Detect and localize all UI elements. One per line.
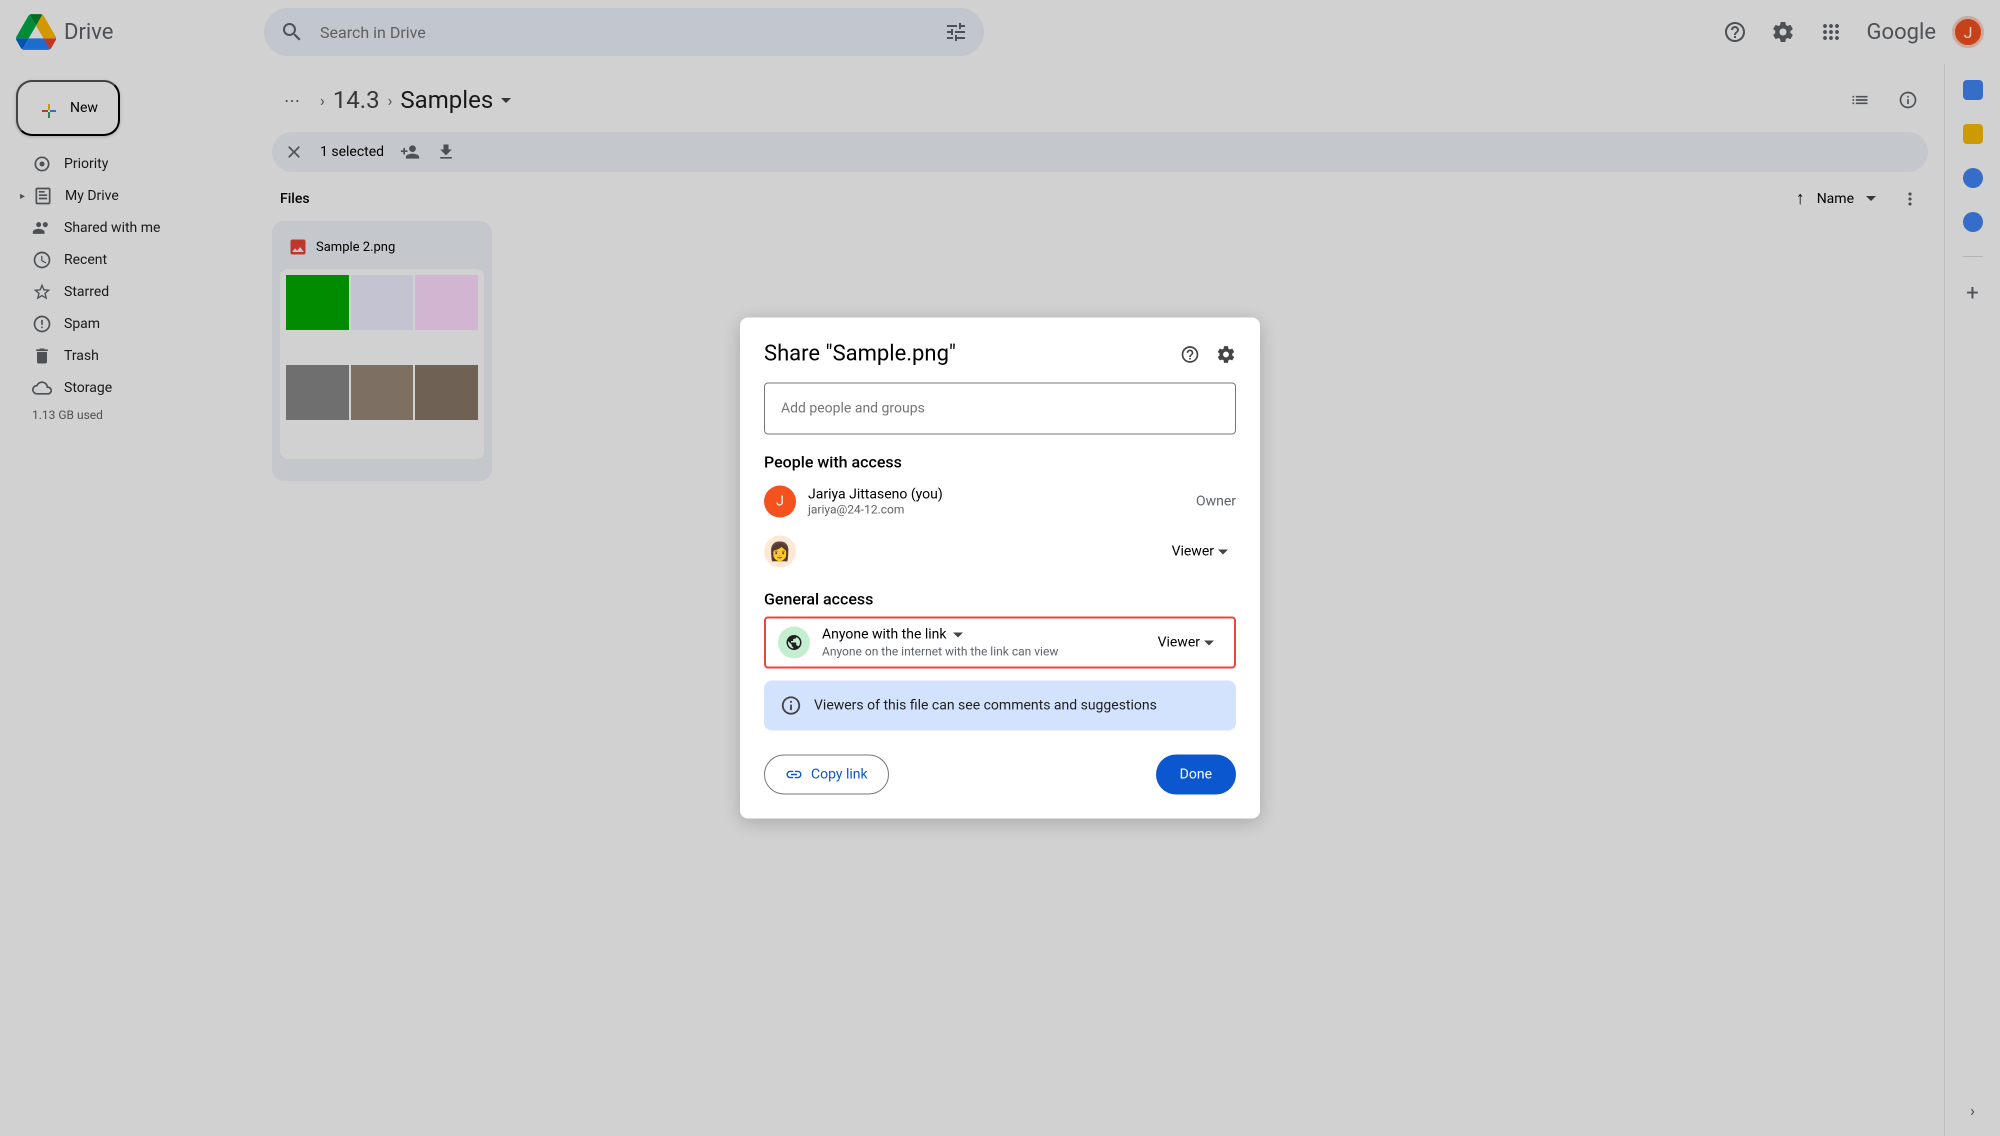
- gear-icon[interactable]: [1216, 344, 1236, 364]
- owner-avatar: J: [764, 486, 796, 518]
- done-button[interactable]: Done: [1156, 755, 1236, 795]
- owner-name: Jariya Jittaseno (you): [808, 487, 1184, 503]
- general-access-title: General access: [764, 590, 1236, 609]
- chevron-down-icon: [1218, 549, 1228, 554]
- link-access-dropdown[interactable]: Anyone with the link: [822, 627, 1138, 643]
- link-role-dropdown[interactable]: Viewer: [1150, 631, 1222, 655]
- owner-role: Owner: [1196, 494, 1236, 510]
- people-access-title: People with access: [764, 453, 1236, 472]
- viewer-role-dropdown[interactable]: Viewer: [1164, 540, 1236, 564]
- share-modal: Share "Sample.png" People with access J …: [740, 318, 1260, 819]
- copy-link-button[interactable]: Copy link: [764, 755, 889, 795]
- info-bar: Viewers of this file can see comments an…: [764, 681, 1236, 731]
- viewer-avatar: 👩: [764, 536, 796, 568]
- globe-badge: [778, 627, 810, 659]
- globe-icon: [785, 634, 803, 652]
- info-icon: [780, 695, 802, 717]
- modal-title: Share "Sample.png": [764, 342, 1180, 367]
- viewer-row: 👩 Viewer: [764, 532, 1236, 572]
- chevron-down-icon: [1204, 640, 1214, 645]
- link-icon: [785, 766, 803, 784]
- chevron-down-icon: [953, 632, 963, 637]
- link-access-sub: Anyone on the internet with the link can…: [822, 645, 1138, 659]
- owner-email: jariya@24-12.com: [808, 503, 1184, 517]
- general-access-row: Anyone with the link Anyone on the inter…: [764, 617, 1236, 669]
- add-people-input[interactable]: [764, 383, 1236, 435]
- info-text: Viewers of this file can see comments an…: [814, 698, 1157, 714]
- help-icon[interactable]: [1180, 344, 1200, 364]
- owner-row: J Jariya Jittaseno (you) jariya@24-12.co…: [764, 482, 1236, 522]
